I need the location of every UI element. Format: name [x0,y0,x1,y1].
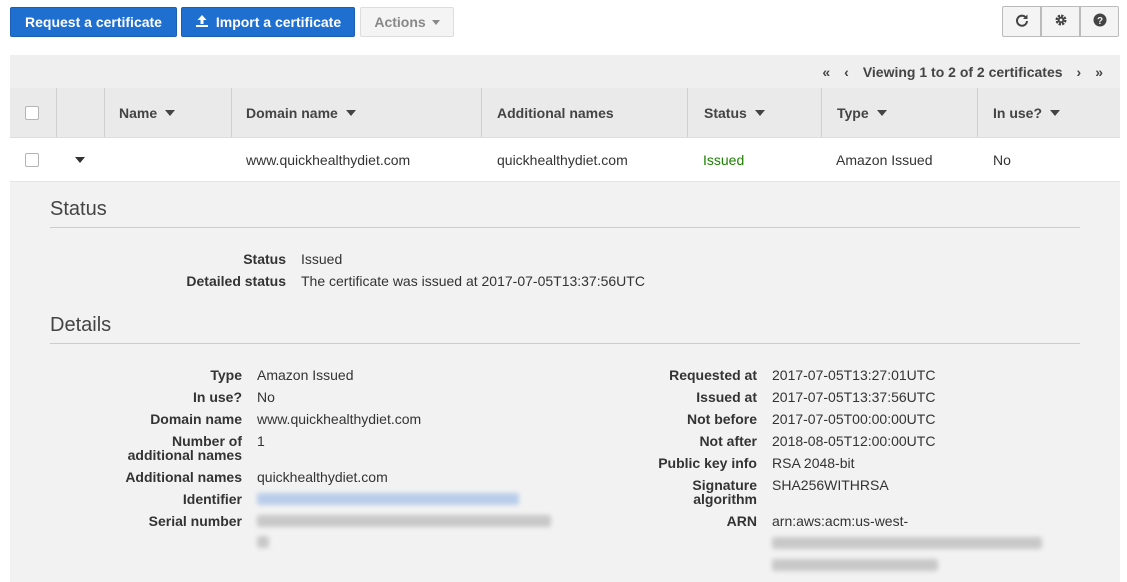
table-header: Name Domain name Additional names Status… [10,88,1120,138]
col-type-header[interactable]: Type [837,88,887,137]
additional-names-label: Additional names [125,469,242,485]
request-certificate-button[interactable]: Request a certificate [10,7,177,37]
refresh-button[interactable] [1002,6,1041,37]
col-status-header[interactable]: Status [704,88,765,137]
col-inuse-header[interactable]: In use? [993,88,1061,137]
sort-icon [754,109,765,116]
refresh-icon [1015,13,1029,30]
col-inuse-label: In use? [993,104,1043,121]
actions-label: Actions [374,14,426,30]
serial-number-label: Serial number [148,513,242,529]
upload-icon [195,14,209,31]
public-key-info-label: Public key info [658,455,757,471]
type-value: Amazon Issued [257,367,354,383]
col-domain-header[interactable]: Domain name [246,88,356,137]
domain-name-value: www.quickhealthydiet.com [257,411,422,427]
public-key-info-value: RSA 2048-bit [772,455,855,471]
caret-down-icon [75,156,85,163]
sort-icon [345,109,356,116]
col-name-label: Name [119,104,158,121]
divider [50,343,1080,344]
signature-algorithm-label-2: algorithm [693,491,757,507]
issued-at-label: Issued at [696,389,757,405]
sort-icon [1050,109,1061,116]
in-use-label: In use? [192,389,242,405]
status-value: Issued [301,251,343,267]
col-domain-label: Domain name [246,104,338,121]
status-section-title: Status [50,198,107,220]
col-additional-label: Additional names [497,104,614,121]
not-after-value: 2018-08-05T12:00:00UTC [772,433,936,449]
row-domain: www.quickhealthydiet.com [246,151,411,168]
help-button[interactable]: ? [1080,6,1119,37]
not-after-label: Not after [699,433,757,449]
row-select-cell [25,138,39,181]
row-status: Issued [703,151,745,168]
sort-icon [165,109,176,116]
requested-at-label: Requested at [669,367,757,383]
svg-text:?: ? [1096,16,1102,27]
not-before-value: 2017-07-05T00:00:00UTC [772,411,936,427]
row-in-use: No [993,151,1011,168]
arn-redacted [772,559,938,571]
last-page-button[interactable]: » [1095,64,1103,80]
col-type-label: Type [837,104,869,121]
arn-label: ARN [726,513,757,529]
requested-at-value: 2017-07-05T13:27:01UTC [772,367,936,383]
expand-toggle[interactable] [75,138,85,181]
row-type: Amazon Issued [836,151,933,168]
pager-text: Viewing 1 to 2 of 2 certificates [862,63,1063,80]
identifier-redacted [257,493,519,505]
not-before-label: Not before [687,411,757,427]
col-status-label: Status [704,104,747,121]
details-section-title: Details [50,314,112,336]
arn-value: arn:aws:acm:us-west- [772,513,909,529]
col-name-header[interactable]: Name [119,88,176,137]
status-label: Status [243,251,286,267]
import-certificate-button[interactable]: Import a certificate [181,7,355,37]
row-checkbox[interactable] [25,152,39,167]
next-page-button[interactable]: › [1077,64,1082,80]
help-icon: ? [1093,13,1107,30]
divider [50,227,1080,228]
select-all-checkbox[interactable] [25,105,39,120]
in-use-value: No [257,389,275,405]
type-label: Type [210,367,242,383]
number-additional-label-2: additional names [127,447,242,463]
settings-button[interactable] [1041,6,1080,37]
first-page-button[interactable]: « [822,64,830,80]
detailed-status-value: The certificate was issued at 2017-07-05… [301,273,645,289]
serial-number-redacted [257,536,269,548]
row-additional-names: quickhealthydiet.com [497,151,628,168]
actions-dropdown[interactable]: Actions [360,7,454,37]
import-certificate-label: Import a certificate [215,14,342,30]
identifier-label: Identifier [182,491,242,507]
pager-bar: « ‹ Viewing 1 to 2 of 2 certificates › » [10,55,1120,88]
select-all-cell [25,88,39,137]
pagination: « ‹ Viewing 1 to 2 of 2 certificates › » [815,55,1110,88]
certificate-detail-panel: Status Status Issued Detailed status The… [10,182,1120,582]
additional-names-value: quickhealthydiet.com [257,469,388,485]
table-row[interactable]: www.quickhealthydiet.com quickhealthydie… [10,138,1120,182]
number-additional-value: 1 [257,433,265,449]
signature-algorithm-value: SHA256WITHRSA [772,477,889,493]
prev-page-button[interactable]: ‹ [844,64,849,80]
request-certificate-label: Request a certificate [25,14,162,30]
domain-name-label: Domain name [150,411,242,427]
number-additional-label-1: Number of [172,433,242,449]
issued-at-value: 2017-07-05T13:37:56UTC [772,389,936,405]
gear-icon [1054,13,1068,30]
arn-redacted [772,537,1042,549]
detailed-status-label: Detailed status [186,273,286,289]
sort-icon [876,109,887,116]
signature-algorithm-label-1: Signature [692,477,757,493]
col-additional-header[interactable]: Additional names [497,88,614,137]
serial-number-redacted [257,515,551,527]
chevron-down-icon [431,19,440,25]
